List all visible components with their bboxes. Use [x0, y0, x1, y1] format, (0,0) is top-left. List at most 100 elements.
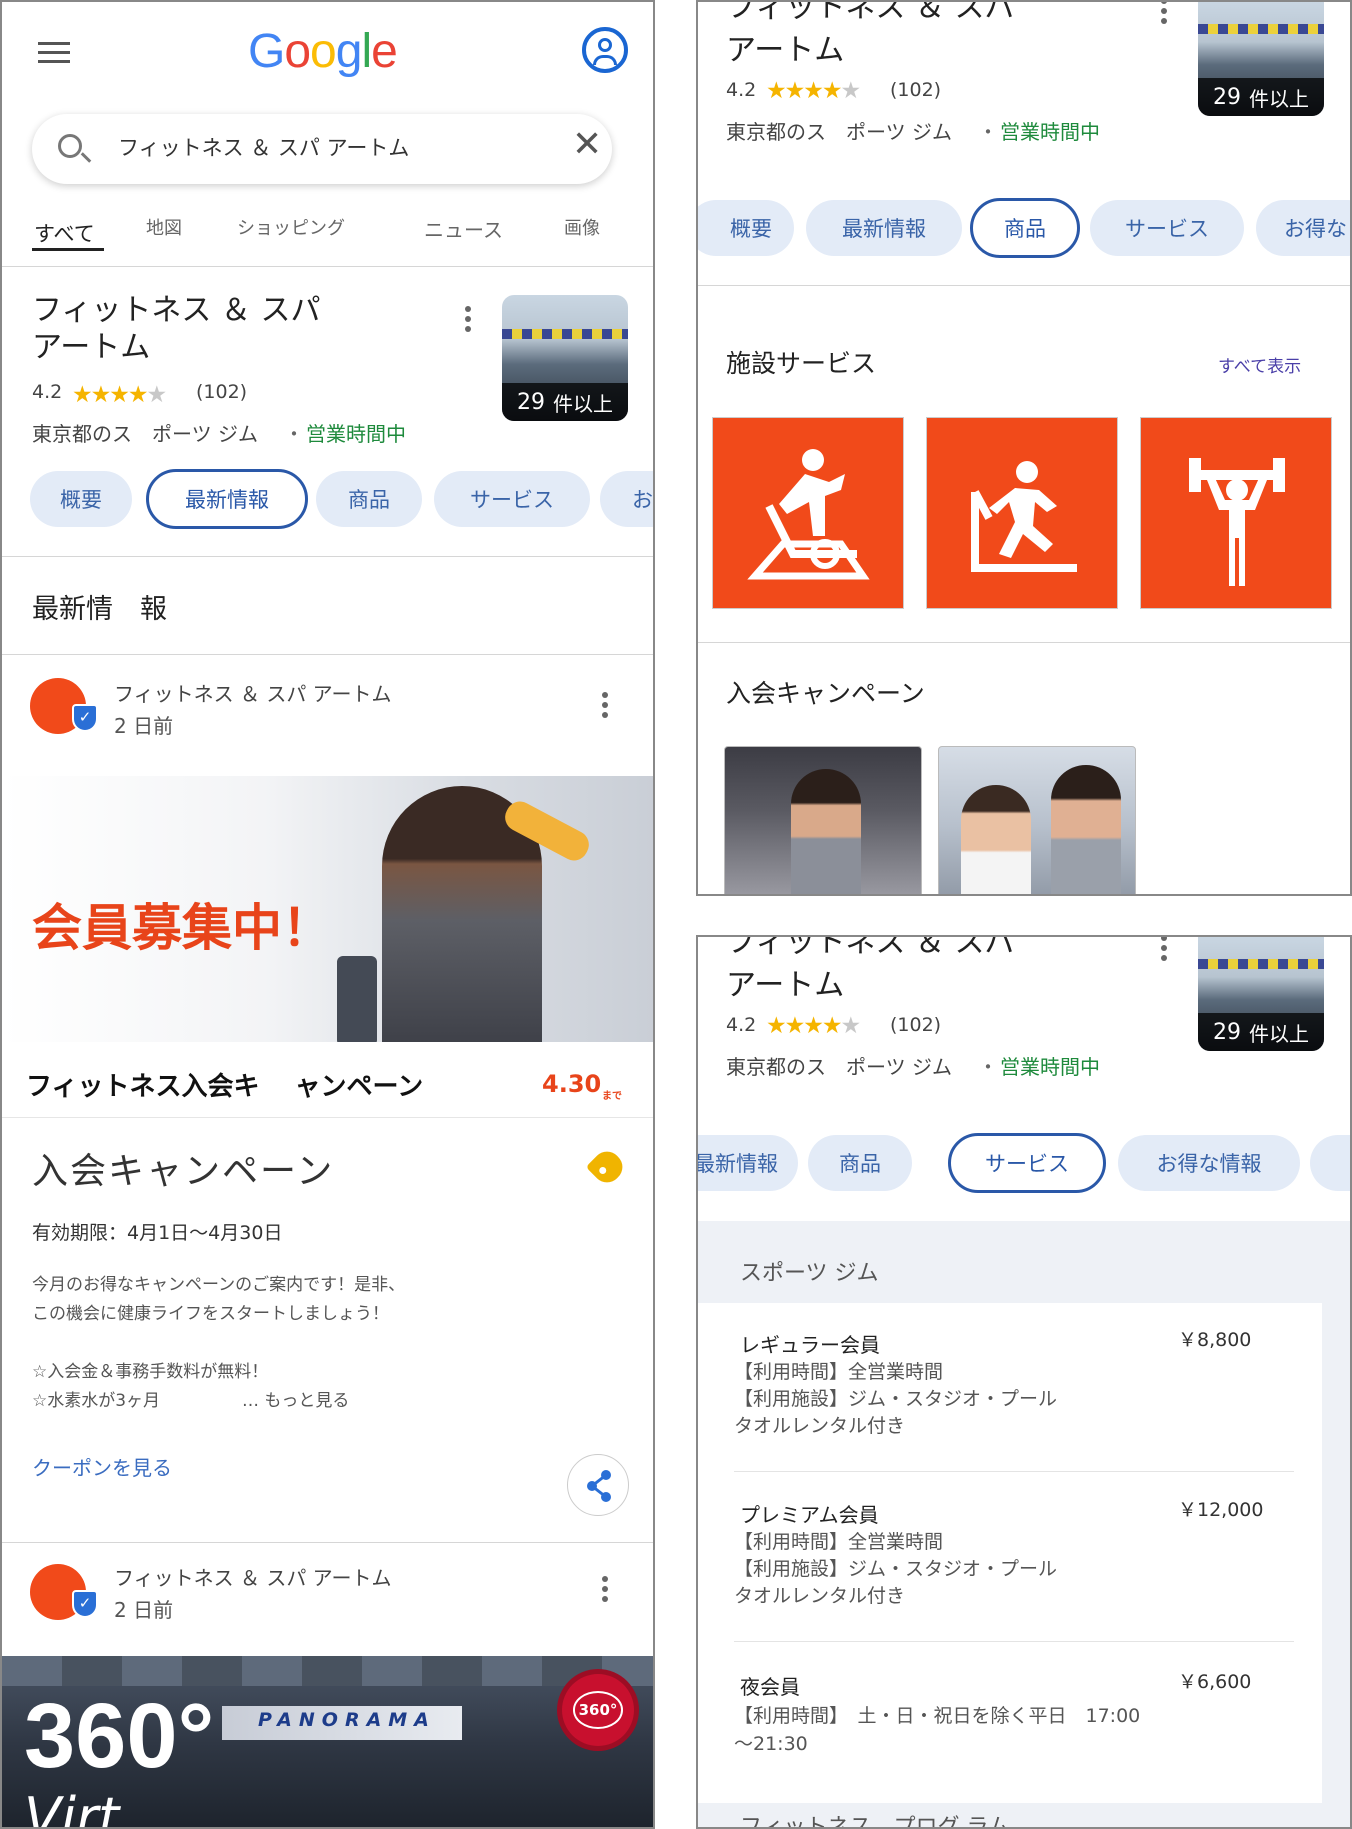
post-more-icon[interactable] [601, 692, 609, 722]
more-link[interactable]: … もっと見る [242, 1386, 349, 1411]
photo-suffix: 件以上 [1249, 86, 1309, 111]
banner-headline: 会員募集中！ [32, 899, 332, 957]
panorama-360: 360° [24, 1685, 215, 1787]
share-button[interactable] [567, 1454, 629, 1516]
chip-updates[interactable]: 最新情報 [806, 200, 962, 256]
photo-thumbnail[interactable]: 29 件以上 [1198, 937, 1324, 1051]
campaign-banner-image[interactable]: 会員募集中！ [2, 776, 653, 1042]
exercise-bike-icon [747, 449, 870, 580]
review-count: (102) [196, 381, 248, 403]
updates-section-title: 最新情 報 [32, 594, 167, 625]
panorama-image[interactable]: 360° PANORAMA Virt 360° [2, 1656, 653, 1827]
offer-bullet-2: ☆水素水が3ヶ月 [32, 1391, 161, 1411]
photo-thumbnail[interactable]: 29 件以上 [502, 295, 628, 421]
separator: ・ [284, 422, 304, 446]
banner-caption: フィットネス入会キ ャンペーン [26, 1072, 424, 1102]
business-name-2: アートム [726, 968, 845, 1003]
banner-date: 4.30 [542, 1070, 602, 1098]
rating-stars: ★★★★★ [766, 78, 861, 104]
facility-bike[interactable] [712, 417, 904, 609]
chip-services[interactable]: サービス [1090, 200, 1244, 256]
gym-machine [337, 956, 377, 1042]
menu-icon[interactable] [38, 42, 70, 64]
offer-body-2: この機会に健康ライフをスタートしましょう！ [32, 1304, 389, 1324]
offer-title: 入会キャンペーン [32, 1151, 335, 1192]
chip-offers[interactable]: お得 [600, 471, 653, 527]
tab-all[interactable]: すべて [34, 218, 95, 248]
service-price-1: ￥8,800 [1178, 1329, 1252, 1351]
chip-offers[interactable]: お得な [1256, 200, 1350, 256]
service-detail-2a: 【利用時間】全営業時間 [734, 1531, 944, 1553]
star-icon: ★ [821, 78, 843, 104]
tab-news[interactable]: ニュース [424, 214, 503, 243]
search-input[interactable]: フィットネス ＆ スパ アートム [118, 132, 409, 162]
post-time-2: 2 日前 [114, 1598, 174, 1622]
business-name: フィットネス ＆ スパ [726, 0, 1015, 25]
star-icon: ★ [784, 1013, 806, 1039]
post-author-2: フィットネス ＆ スパ アートム [114, 1566, 392, 1590]
photo-thumbnail[interactable]: 29 件以上 [1198, 2, 1324, 116]
tab-maps[interactable]: 地図 [146, 214, 182, 240]
campaign-photo-2[interactable] [938, 746, 1136, 894]
review-count: (102) [890, 1014, 942, 1036]
photo-suffix: 件以上 [1249, 1021, 1309, 1046]
campaign-photo-1[interactable] [724, 746, 922, 894]
360-badge-text: 360° [572, 1691, 624, 1729]
photo-count: 29 [1213, 84, 1241, 110]
more-options-icon[interactable] [1160, 2, 1168, 28]
star-icon: ★ [72, 382, 93, 408]
service-name-2[interactable]: プレミアム会員 [740, 1499, 879, 1528]
star-icon: ★ [803, 1013, 824, 1039]
left-screen: Google フィットネス ＆ スパ アートム ✕ すべて 地図 ショッピング … [0, 0, 655, 1829]
service-name-1[interactable]: レギュラー会員 [740, 1329, 880, 1358]
chip-products[interactable]: 商品 [970, 198, 1080, 258]
search-box[interactable]: フィットネス ＆ スパ アートム ✕ [32, 114, 612, 184]
verified-icon: ✓ [72, 704, 98, 732]
chip-updates[interactable]: 最新情報 [698, 1135, 798, 1191]
chip-services[interactable]: サービス [434, 471, 590, 527]
account-icon[interactable] [582, 27, 628, 73]
chip-overview[interactable]: 概要 [698, 200, 794, 256]
more-options-icon[interactable] [464, 306, 472, 336]
chip-products[interactable]: 商品 [808, 1135, 912, 1191]
chip-more[interactable] [1310, 1135, 1350, 1191]
facility-title: 施設サービス [726, 349, 877, 378]
service-detail-2b: 【利用施設】ジム・スタジオ・プール [734, 1558, 1058, 1580]
tab-images[interactable]: 画像 [564, 214, 600, 240]
360-badge: 360° [562, 1674, 634, 1746]
chip-products[interactable]: 商品 [316, 471, 422, 527]
treadmill-icon [971, 461, 1077, 572]
offer-bullet-1: ☆入会金＆事務手数料が無料！ [32, 1362, 269, 1382]
right-bottom-screen: フィットネス ＆ スパ アートム 29 件以上 4.2 ★★★★★ (102) 東… [696, 935, 1352, 1829]
service-detail-1a: 【利用時間】全営業時間 [734, 1361, 944, 1383]
google-logo[interactable]: Google [248, 24, 398, 79]
business-name-2: アートム [726, 33, 845, 68]
offer-body-1: 今月のお得なキャンペーンのご案内です！是非、 [32, 1275, 406, 1295]
separator: ・ [978, 120, 998, 144]
service-name-3[interactable]: 夜会員 [740, 1671, 800, 1700]
star-icon: ★ [803, 78, 824, 104]
clear-icon[interactable]: ✕ [572, 124, 602, 165]
post-more-icon-2[interactable] [601, 1576, 609, 1606]
business-name-2: アートム [32, 330, 151, 365]
star-icon: ★ [766, 1013, 787, 1039]
star-icon: ★ [146, 382, 168, 408]
chip-overview[interactable]: 概要 [30, 471, 132, 527]
separator: ・ [978, 1055, 998, 1079]
more-options-icon[interactable] [1160, 937, 1168, 965]
facility-weights[interactable] [1140, 417, 1332, 609]
post-author: フィットネス ＆ スパ アートム [114, 682, 392, 706]
tab-shopping[interactable]: ショッピング [237, 214, 345, 240]
star-icon: ★ [90, 382, 112, 408]
chip-updates[interactable]: 最新情報 [146, 469, 308, 529]
coupon-link[interactable]: クーポンを見る [32, 1452, 172, 1481]
panorama-label: PANORAMA [258, 1709, 436, 1731]
chip-services[interactable]: サービス [948, 1133, 1106, 1193]
search-icon [58, 134, 82, 158]
facility-treadmill[interactable] [926, 417, 1118, 609]
show-all-link[interactable]: すべて表示 [1218, 352, 1301, 377]
chip-offers[interactable]: お得な情報 [1118, 1135, 1300, 1191]
star-icon: ★ [127, 382, 149, 408]
service-detail-2c: タオルレンタル付き [734, 1585, 906, 1607]
next-section-title: フィットネス プログ ラム [740, 1815, 1010, 1829]
